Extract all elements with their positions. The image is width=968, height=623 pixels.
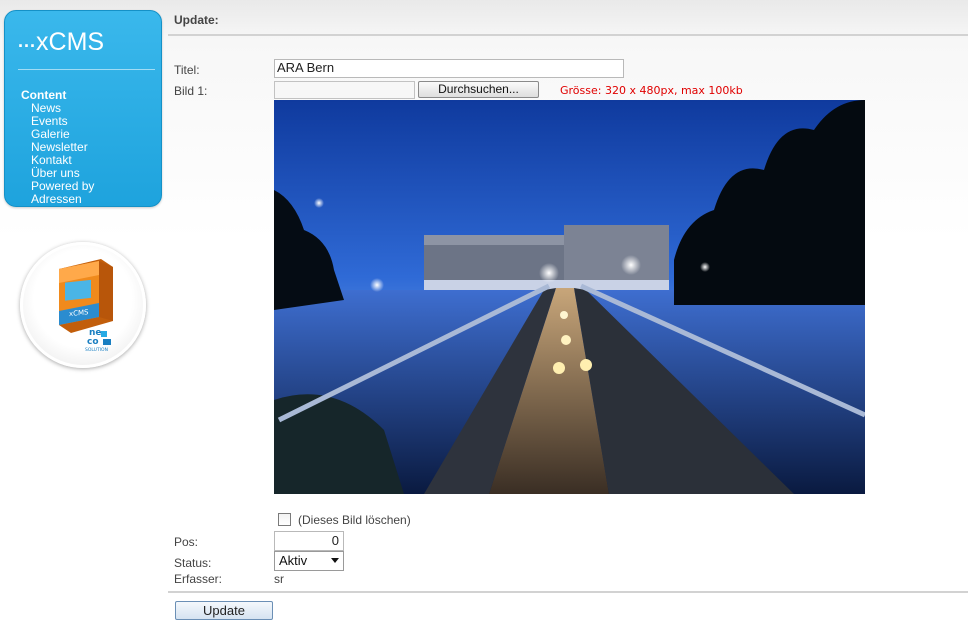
nav-heading-content[interactable]: Content — [21, 88, 66, 102]
status-selected-value: Aktiv — [279, 553, 308, 568]
header-divider — [168, 34, 968, 36]
uploaded-image-preview — [274, 100, 865, 494]
footer-divider — [168, 591, 968, 593]
sidebar-item-adressen[interactable]: Adressen — [31, 193, 94, 206]
sidebar-nav: News Events Galerie Newsletter Kontakt Ü… — [31, 102, 94, 206]
svg-text:SOLUTION: SOLUTION — [85, 347, 108, 353]
page-title: Update: — [174, 13, 219, 27]
delete-image-label[interactable]: (Dieses Bild löschen) — [298, 513, 411, 527]
erfasser-label: Erfasser: — [174, 572, 223, 586]
bild-label: Bild 1: — [174, 84, 208, 98]
pos-input[interactable]: 0 — [274, 531, 344, 551]
xcms-logo: ...xCMS — [18, 28, 104, 57]
svg-text:co: co — [87, 337, 99, 347]
xcms-product-badge: xCMS ne co SOLUTION — [20, 242, 146, 368]
pos-label: Pos: — [174, 535, 199, 549]
update-button[interactable]: Update — [175, 601, 273, 620]
photo-night-footbridge — [274, 100, 865, 494]
status-label: Status: — [174, 556, 212, 570]
delete-image-checkbox[interactable] — [278, 513, 291, 526]
logo-dots: ... — [18, 31, 37, 51]
browse-button[interactable]: Durchsuchen... — [418, 81, 539, 98]
sidebar-panel: ...xCMS Content News Events Galerie News… — [4, 10, 162, 207]
titel-input[interactable]: ARA Bern — [274, 59, 624, 78]
size-hint: Grösse: 320 x 480px, max 100kb — [560, 84, 743, 97]
logo-text: xCMS — [36, 28, 105, 56]
titel-label: Titel: — [174, 63, 200, 77]
logo-divider — [18, 69, 155, 70]
erfasser-value: sr — [274, 572, 284, 586]
status-select[interactable]: Aktiv — [274, 551, 344, 571]
chevron-down-icon — [331, 558, 339, 563]
file-path-field[interactable] — [274, 81, 415, 99]
product-box-icon: xCMS ne co SOLUTION — [59, 259, 113, 353]
